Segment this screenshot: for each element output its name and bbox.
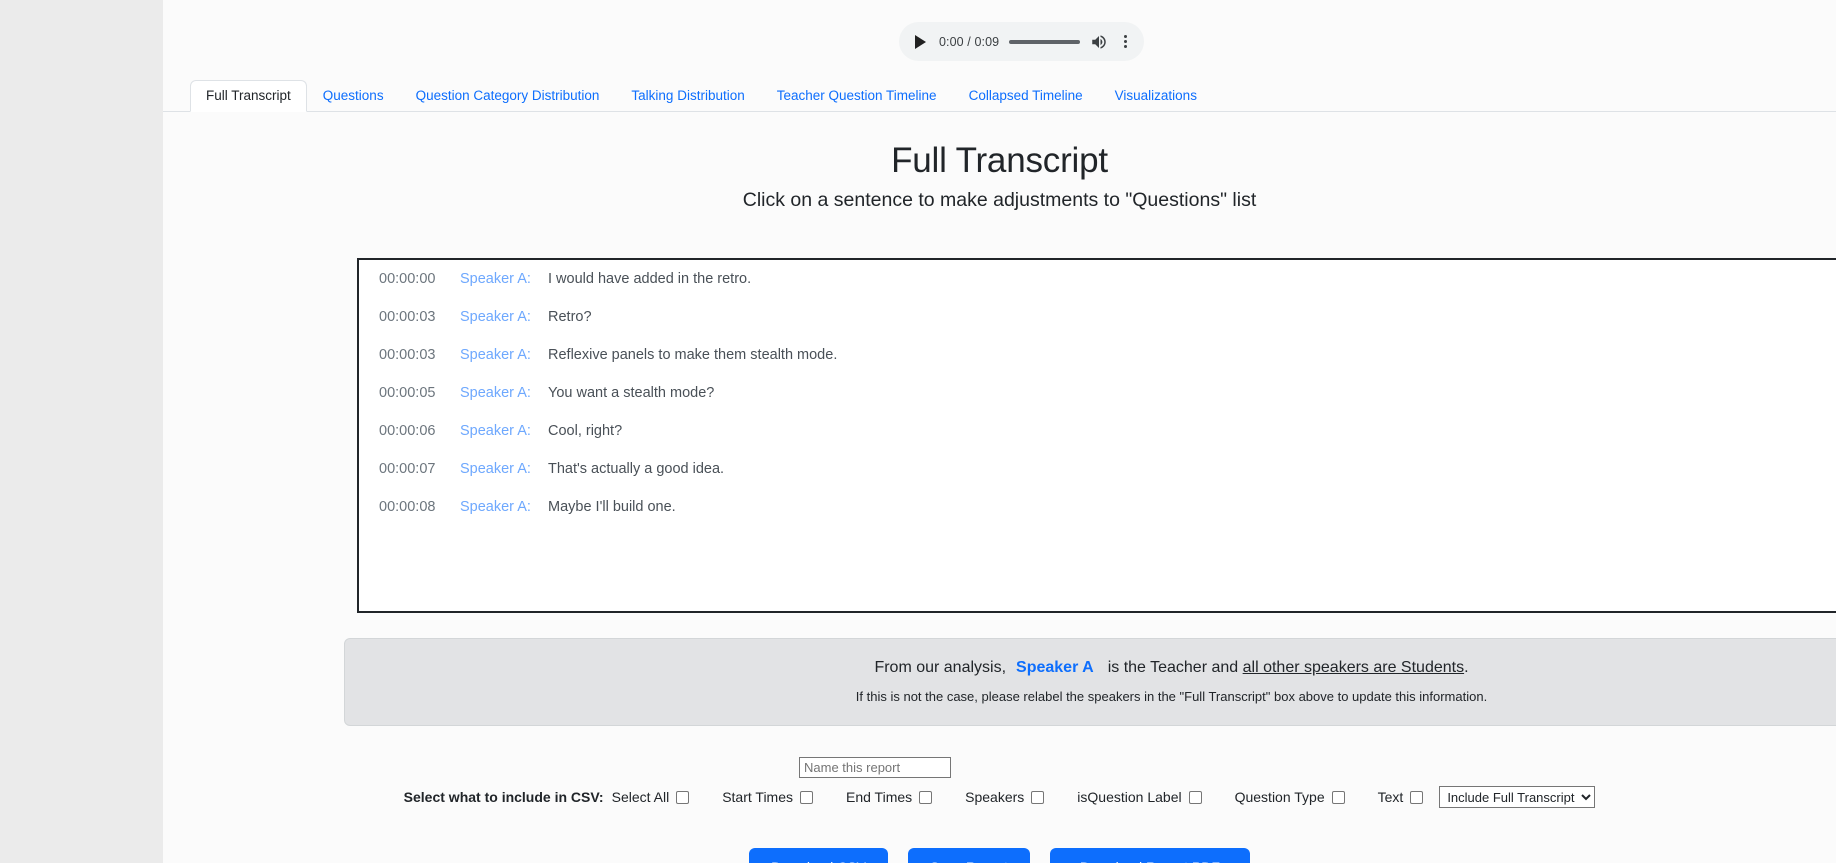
row-text: That's actually a good idea. xyxy=(548,461,725,477)
row-start-time: 00:00:00 xyxy=(379,271,436,287)
row-speaker[interactable]: Speaker A: xyxy=(460,496,548,518)
row-speaker[interactable]: Speaker A: xyxy=(460,458,548,480)
csv-option-label: Select All xyxy=(611,789,670,805)
tab-collapsed-timeline[interactable]: Collapsed Timeline xyxy=(953,80,1099,112)
row-text: Maybe I'll build one. xyxy=(548,499,676,515)
row-start-time: 00:00:03 xyxy=(379,309,436,325)
main-page: 0:00 / 0:09 Full Transcript Questions Qu… xyxy=(163,0,1836,863)
table-row[interactable]: 00:00:03 Speaker A: Retro? xyxy=(359,298,1836,336)
tab-bar: Full Transcript Questions Question Categ… xyxy=(163,80,1836,112)
csv-option-select-all[interactable]: Select All xyxy=(612,789,690,805)
csv-option-label: End Times xyxy=(846,789,913,805)
csv-option-speakers[interactable]: Speakers xyxy=(965,789,1045,805)
csv-option-label: Question Type xyxy=(1234,789,1325,805)
row-text: Reflexive panels to make them stealth mo… xyxy=(548,347,838,363)
csv-option-question-type[interactable]: Question Type xyxy=(1235,789,1345,805)
checkbox-end-times[interactable] xyxy=(919,790,933,804)
volume-icon[interactable] xyxy=(1090,33,1108,51)
table-row[interactable]: 00:00:08 Speaker A: Maybe I'll build one… xyxy=(359,488,1836,526)
analysis-students-label: all other speakers are Students xyxy=(1242,659,1465,676)
csv-option-end-times[interactable]: End Times xyxy=(846,789,933,805)
checkbox-question-type[interactable] xyxy=(1331,790,1345,804)
row-speaker[interactable]: Speaker A: xyxy=(460,268,548,290)
audio-player-region: 0:00 / 0:09 xyxy=(163,0,1836,84)
download-report-pdf-button[interactable]: Download Report PDF xyxy=(1049,848,1250,863)
table-row[interactable]: 00:00:05 Speaker A: You want a stealth m… xyxy=(359,374,1836,412)
report-name-input[interactable] xyxy=(799,757,951,778)
play-icon[interactable] xyxy=(911,33,929,51)
table-row[interactable]: 00:00:00 Speaker A: I would have added i… xyxy=(359,260,1836,298)
table-row[interactable]: 00:00:03 Speaker A: Reflexive panels to … xyxy=(359,336,1836,374)
table-row[interactable]: 00:00:07 Speaker A: That's actually a go… xyxy=(359,450,1836,488)
include-transcript-select[interactable]: Include Full Transcript xyxy=(1439,786,1596,808)
checkbox-text[interactable] xyxy=(1410,790,1424,804)
analysis-middle: is the Teacher and xyxy=(1107,659,1239,676)
analysis-speaker-name[interactable]: Speaker A xyxy=(1016,659,1094,676)
csv-options-label: Select what to include in CSV: xyxy=(403,789,604,805)
app-root: 0:00 / 0:09 Full Transcript Questions Qu… xyxy=(0,0,1836,863)
csv-options-row: Select what to include in CSV: Select Al… xyxy=(163,786,1836,808)
kebab-menu-icon[interactable] xyxy=(1118,33,1132,51)
tab-teacher-question-timeline[interactable]: Teacher Question Timeline xyxy=(761,80,953,112)
save-report-button[interactable]: Save Report xyxy=(908,848,1030,863)
analysis-statement: From our analysis, Speaker A is the Teache… xyxy=(874,657,1468,679)
row-start-time: 00:00:07 xyxy=(379,461,436,477)
csv-option-label: Start Times xyxy=(722,789,793,805)
checkbox-speakers[interactable] xyxy=(1031,790,1045,804)
row-speaker[interactable]: Speaker A: xyxy=(460,306,548,328)
row-text: Cool, right? xyxy=(548,423,623,439)
row-speaker[interactable]: Speaker A: xyxy=(460,382,548,404)
checkbox-start-times[interactable] xyxy=(800,790,813,804)
csv-option-label: Text xyxy=(1377,789,1404,805)
action-button-row: Download CSV Save Report Download Report… xyxy=(163,848,1836,863)
csv-option-text[interactable]: Text xyxy=(1378,789,1424,805)
tab-visualizations[interactable]: Visualizations xyxy=(1099,80,1213,112)
row-start-time: 00:00:05 xyxy=(379,385,436,401)
checkbox-select-all[interactable] xyxy=(676,790,690,804)
csv-option-label: Speakers xyxy=(965,789,1025,805)
row-speaker[interactable]: Speaker A: xyxy=(460,344,548,366)
row-speaker[interactable]: Speaker A: xyxy=(460,420,548,442)
table-row[interactable]: 00:00:06 Speaker A: Cool, right? xyxy=(359,412,1836,450)
left-gutter xyxy=(0,0,163,863)
row-start-time: 00:00:03 xyxy=(379,347,436,363)
checkbox-isquestion-label[interactable] xyxy=(1188,790,1202,804)
csv-option-isquestion-label[interactable]: isQuestion Label xyxy=(1077,789,1202,805)
analysis-period: . xyxy=(1464,659,1469,676)
analysis-prefix: From our analysis, xyxy=(874,659,1007,676)
page-subtitle: Click on a sentence to make adjustments … xyxy=(742,189,1257,211)
tab-talking-distribution[interactable]: Talking Distribution xyxy=(615,80,760,112)
csv-option-label: isQuestion Label xyxy=(1077,789,1182,805)
csv-option-start-times[interactable]: Start Times xyxy=(722,789,813,805)
row-start-time: 00:00:06 xyxy=(379,423,436,439)
audio-player[interactable]: 0:00 / 0:09 xyxy=(899,22,1144,61)
audio-seek-bar[interactable] xyxy=(1009,39,1080,44)
page-title: Full Transcript xyxy=(891,141,1108,180)
row-text: I would have added in the retro. xyxy=(548,271,752,287)
tab-question-category-distribution[interactable]: Question Category Distribution xyxy=(400,80,616,112)
page-header: Full Transcript Click on a sentence to m… xyxy=(163,140,1836,213)
analysis-note: If this is not the case, please relabel … xyxy=(855,689,1488,704)
tab-full-transcript[interactable]: Full Transcript xyxy=(190,80,307,112)
tab-questions[interactable]: Questions xyxy=(307,80,400,112)
row-text: Retro? xyxy=(548,309,592,325)
transcript-box: 00:00:00 Speaker A: I would have added i… xyxy=(357,258,1836,613)
analysis-banner: From our analysis, Speaker A is the Teache… xyxy=(344,638,1836,726)
row-start-time: 00:00:08 xyxy=(379,499,436,515)
row-text: You want a stealth mode? xyxy=(548,385,715,401)
audio-time-display: 0:00 / 0:09 xyxy=(939,34,1000,49)
download-csv-button[interactable]: Download CSV xyxy=(749,848,889,863)
